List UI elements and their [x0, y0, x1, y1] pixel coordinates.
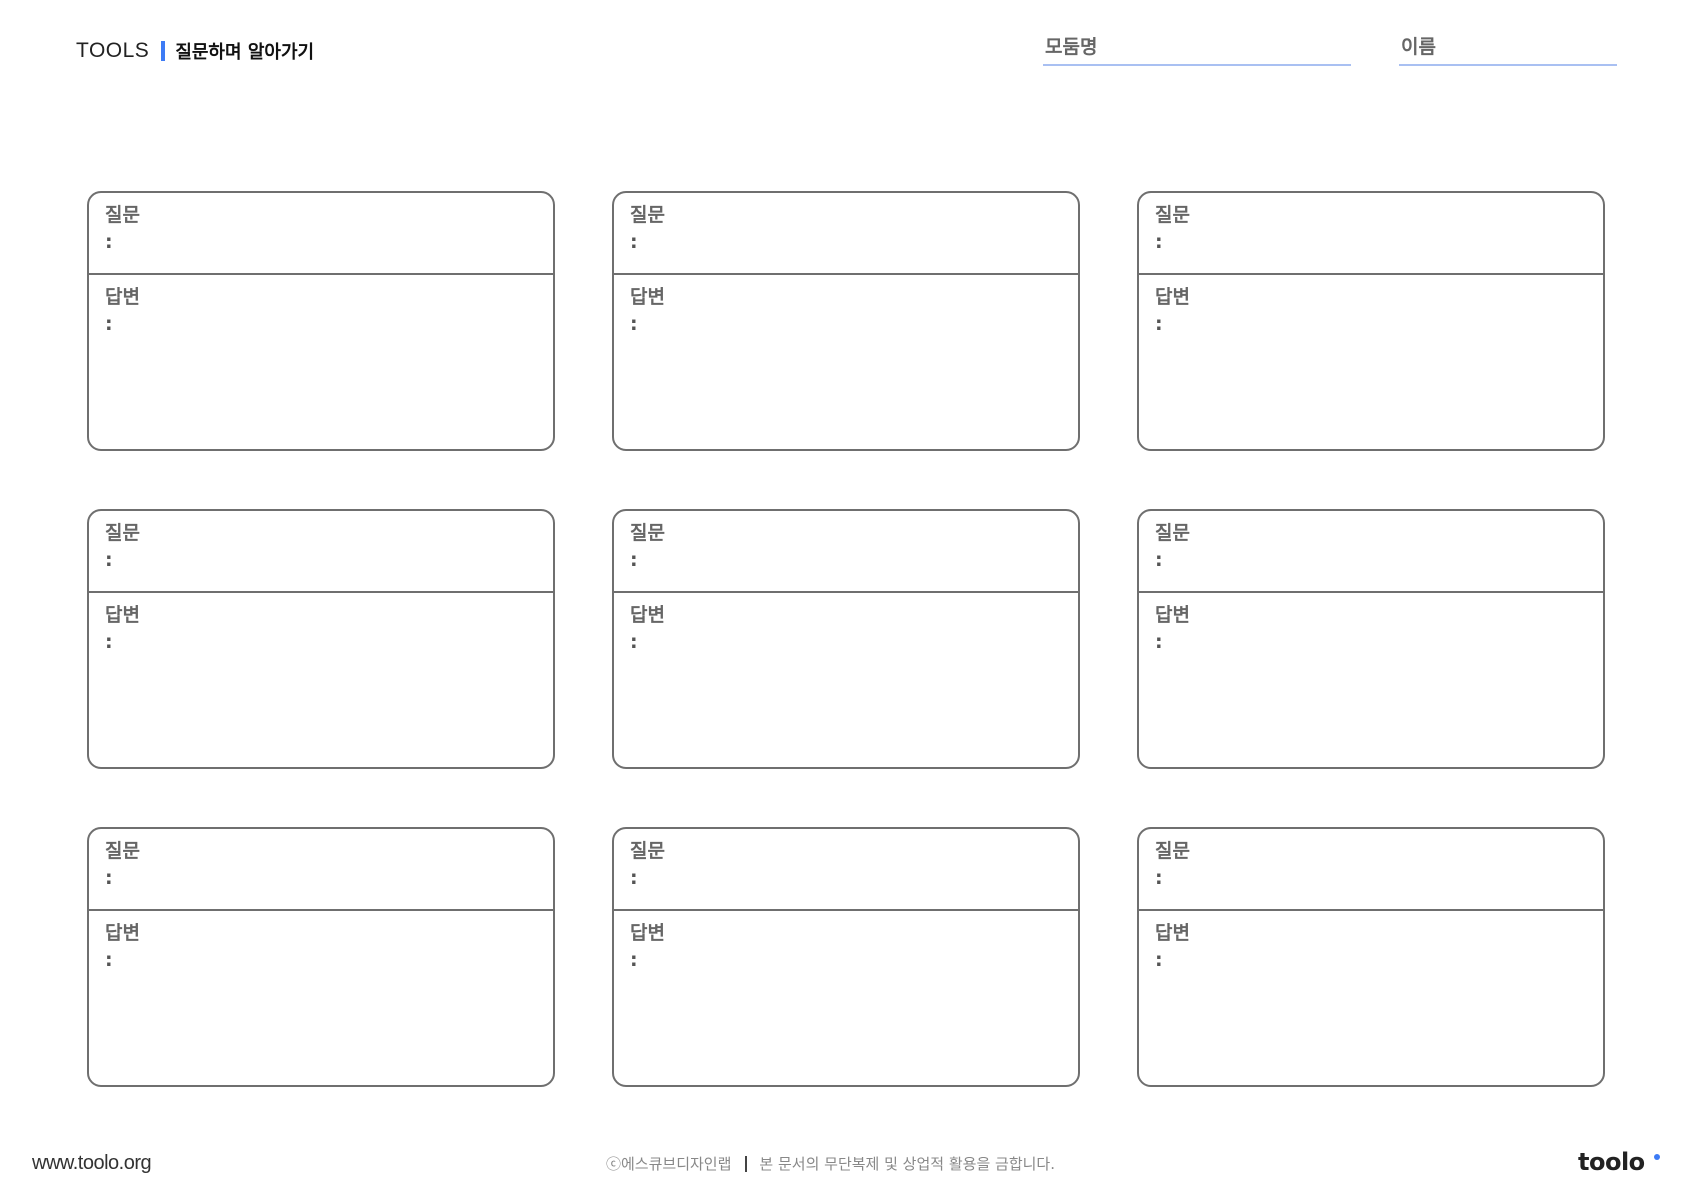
qa-card: 질문 : 답변 : — [87, 509, 555, 769]
question-label: 질문 — [630, 204, 665, 226]
question-area[interactable]: 질문 : — [614, 193, 1078, 275]
qa-card: 질문 : 답변 : — [1137, 827, 1605, 1087]
answer-colon: : — [105, 631, 113, 653]
question-colon: : — [1155, 867, 1163, 889]
answer-area[interactable]: 답변 : — [89, 593, 553, 767]
copyright-notice: 본 문서의 무단복제 및 상업적 활용을 금합니다. — [759, 1155, 1055, 1173]
answer-colon: : — [1155, 949, 1163, 971]
question-colon: : — [105, 549, 113, 571]
group-name-label: 모둠명 — [1045, 36, 1098, 58]
question-label: 질문 — [630, 522, 665, 544]
answer-label: 답변 — [105, 604, 140, 626]
question-label: 질문 — [630, 840, 665, 862]
answer-area[interactable]: 답변 : — [614, 275, 1078, 449]
answer-label: 답변 — [105, 286, 140, 308]
question-label: 질문 — [1155, 840, 1190, 862]
brand-label: TOOLS — [76, 39, 150, 62]
logo-dot-icon — [1654, 1154, 1660, 1160]
answer-area[interactable]: 답변 : — [1139, 275, 1603, 449]
footer-copyright: ⓒ에스큐브디자인랩 본 문서의 무단복제 및 상업적 활용을 금합니다. — [606, 1153, 1055, 1174]
answer-colon: : — [105, 313, 113, 335]
answer-area[interactable]: 답변 : — [89, 911, 553, 1085]
copyright-text: ⓒ에스큐브디자인랩 — [606, 1155, 732, 1173]
answer-area[interactable]: 답변 : — [89, 275, 553, 449]
answer-label: 답변 — [1155, 604, 1190, 626]
question-area[interactable]: 질문 : — [1139, 193, 1603, 275]
qa-card: 질문 : 답변 : — [87, 827, 555, 1087]
question-colon: : — [1155, 549, 1163, 571]
question-colon: : — [630, 549, 638, 571]
answer-label: 답변 — [1155, 286, 1190, 308]
answer-colon: : — [630, 313, 638, 335]
answer-colon: : — [105, 949, 113, 971]
answer-area[interactable]: 답변 : — [1139, 911, 1603, 1085]
question-colon: : — [105, 231, 113, 253]
question-label: 질문 — [105, 204, 140, 226]
question-colon: : — [105, 867, 113, 889]
question-area[interactable]: 질문 : — [1139, 511, 1603, 593]
qa-card: 질문 : 답변 : — [612, 191, 1080, 451]
qa-card-grid: 질문 : 답변 : 질문 : 답변 : 질문 : 답변 : 질문 : 답변: … — [87, 191, 1605, 1087]
name-field[interactable]: 이름 — [1399, 30, 1617, 66]
qa-card: 질문 : 답변 : — [612, 827, 1080, 1087]
question-label: 질문 — [1155, 204, 1190, 226]
qa-card: 질문 : 답변 : — [87, 191, 555, 451]
accent-bar — [161, 41, 166, 61]
answer-colon: : — [630, 631, 638, 653]
group-name-field[interactable]: 모둠명 — [1043, 30, 1351, 66]
answer-area[interactable]: 답변 : — [1139, 593, 1603, 767]
question-area[interactable]: 질문 : — [89, 829, 553, 911]
name-label: 이름 — [1401, 36, 1436, 58]
toolo-logo: toolo — [1578, 1148, 1645, 1176]
answer-label: 답변 — [630, 922, 665, 944]
answer-label: 답변 — [1155, 922, 1190, 944]
question-colon: : — [630, 231, 638, 253]
answer-area[interactable]: 답변 : — [614, 911, 1078, 1085]
footer-separator — [745, 1155, 748, 1172]
answer-colon: : — [1155, 313, 1163, 335]
question-colon: : — [1155, 231, 1163, 253]
question-area[interactable]: 질문 : — [614, 511, 1078, 593]
answer-label: 답변 — [105, 922, 140, 944]
question-area[interactable]: 질문 : — [89, 193, 553, 275]
footer-url[interactable]: www.toolo.org — [32, 1152, 152, 1175]
answer-area[interactable]: 답변 : — [614, 593, 1078, 767]
answer-label: 답변 — [630, 286, 665, 308]
header-branding: TOOLS 질문하며 알아가기 — [76, 38, 314, 64]
qa-card: 질문 : 답변 : — [1137, 509, 1605, 769]
answer-label: 답변 — [630, 604, 665, 626]
qa-card: 질문 : 답변 : — [1137, 191, 1605, 451]
question-colon: : — [630, 867, 638, 889]
question-label: 질문 — [105, 522, 140, 544]
answer-colon: : — [630, 949, 638, 971]
question-area[interactable]: 질문 : — [1139, 829, 1603, 911]
answer-colon: : — [1155, 631, 1163, 653]
page-title: 질문하며 알아가기 — [175, 42, 315, 63]
question-area[interactable]: 질문 : — [614, 829, 1078, 911]
question-label: 질문 — [105, 840, 140, 862]
question-label: 질문 — [1155, 522, 1190, 544]
qa-card: 질문 : 답변 : — [612, 509, 1080, 769]
question-area[interactable]: 질문 : — [89, 511, 553, 593]
